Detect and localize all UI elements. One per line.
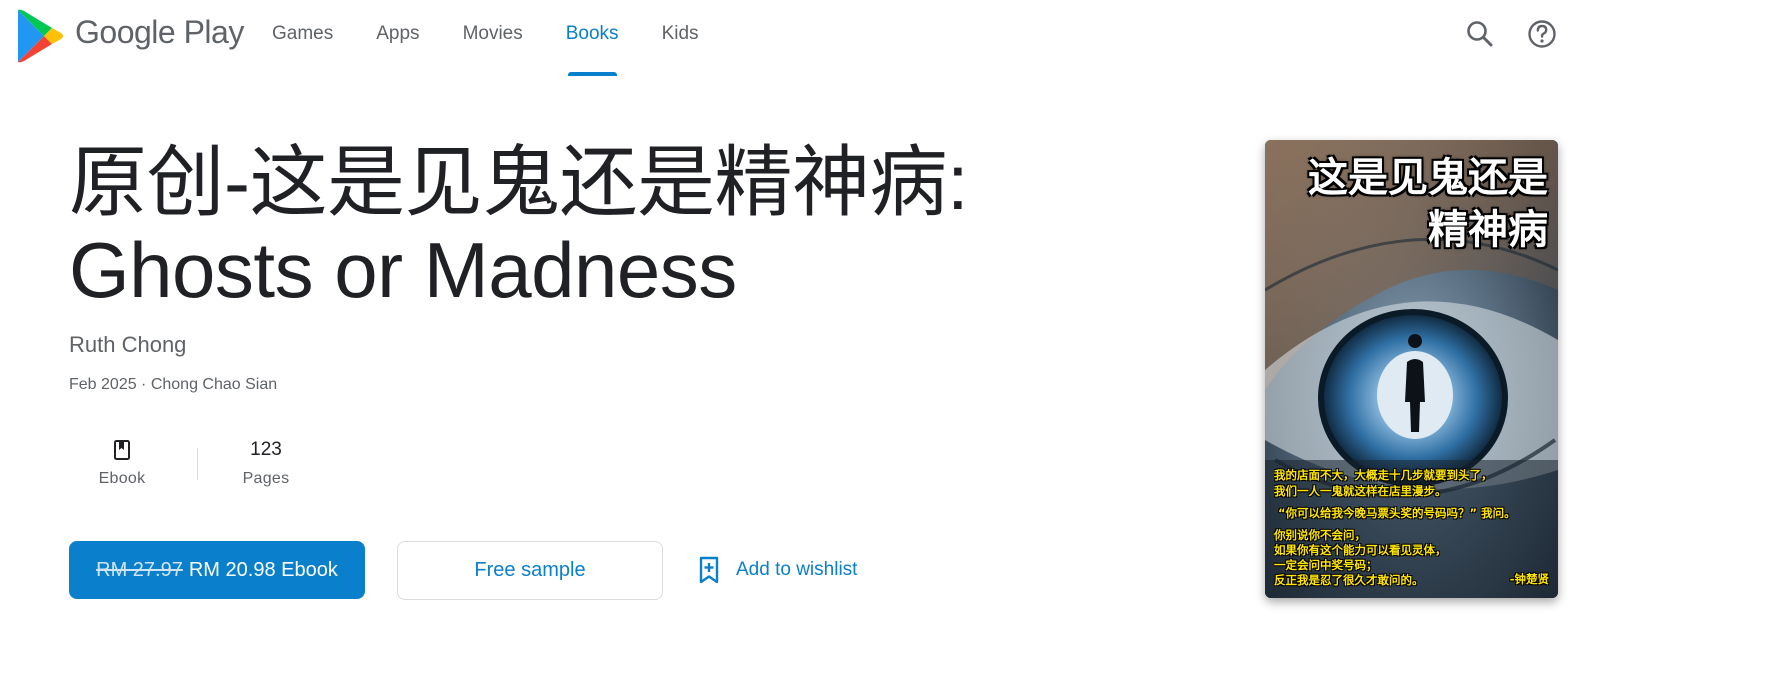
nav-tab-apps[interactable]: Apps xyxy=(376,0,419,84)
cover-text-line: 你别说你不会问， xyxy=(1274,528,1366,542)
buy-ebook-button[interactable]: RM 27.97 RM 20.98 Ebook xyxy=(69,541,365,599)
cover-text-line: 一定会问中奖号码； xyxy=(1274,558,1378,572)
cover-title: 这是见鬼还是 精神病 xyxy=(1308,152,1548,256)
format-label: Ebook xyxy=(98,470,146,487)
top-app-bar: Google Play Games Apps Movies Books Kids xyxy=(0,0,1771,84)
cover-text-line: 我的店面不大，大概走十几步就要到头了， xyxy=(1274,468,1493,482)
nav-tab-label: Books xyxy=(565,23,619,44)
add-to-wishlist-button[interactable]: Add to wishlist xyxy=(696,554,857,586)
cover-title-line-2: 精神病 xyxy=(1428,207,1548,253)
free-sample-label: Free sample xyxy=(474,559,586,581)
google-play-logo-icon[interactable] xyxy=(16,8,64,64)
nav-tab-label: Kids xyxy=(661,23,699,44)
format-stat: Ebook xyxy=(69,436,175,488)
nav-tab-label: Apps xyxy=(376,23,420,44)
original-price: RM 27.97 xyxy=(96,558,183,581)
nav-tab-kids[interactable]: Kids xyxy=(662,0,699,84)
nav-tab-label: Movies xyxy=(462,23,523,44)
pages-label: Pages xyxy=(242,470,290,487)
book-title-line-2: Ghosts or Madness xyxy=(69,226,737,314)
publish-info: Feb 2025 · Chong Chao Sian xyxy=(69,376,278,393)
help-icon[interactable] xyxy=(1522,14,1562,54)
main-nav: Games Apps Movies Books Kids xyxy=(272,0,742,84)
search-icon[interactable] xyxy=(1460,14,1500,54)
cover-text-line: 反正我是忍了很久才敢问的。 xyxy=(1274,573,1424,587)
cover-text-line: “你可以给我今晚马票头奖的号码吗？” 我问。 xyxy=(1278,506,1516,520)
active-tab-indicator xyxy=(567,72,617,76)
nav-tab-label: Games xyxy=(272,23,334,44)
bookmark-add-icon xyxy=(699,556,719,584)
cover-text-line: 我们一人一鬼就这样在店里漫步。 xyxy=(1274,484,1447,498)
book-stats: Ebook 123 Pages xyxy=(69,436,319,496)
book-icon xyxy=(114,440,130,460)
cover-signature: -钟楚贤 xyxy=(1509,572,1549,586)
book-cover-image: 这是见鬼还是 精神病 我的店面不大，大概走十几步就要到头了， 我们一人一鬼就这样… xyxy=(1265,140,1558,598)
book-title-line-1: 原创-这是见鬼还是精神病: xyxy=(69,138,969,226)
sale-price-label: RM 20.98 Ebook xyxy=(188,558,338,581)
free-sample-button[interactable]: Free sample xyxy=(397,541,663,600)
wishlist-label: Add to wishlist xyxy=(736,559,858,580)
author-link[interactable]: Ruth Chong xyxy=(69,332,186,358)
brand-name[interactable]: Google Play xyxy=(75,14,244,51)
nav-tab-movies[interactable]: Movies xyxy=(463,0,523,84)
pages-stat: 123 Pages xyxy=(213,436,319,488)
nav-tab-books[interactable]: Books xyxy=(566,0,619,84)
pages-value: 123 xyxy=(250,439,282,460)
nav-tab-games[interactable]: Games xyxy=(272,0,333,84)
stat-divider xyxy=(197,448,198,480)
cover-title-line-1: 这是见鬼还是 xyxy=(1308,155,1548,201)
cover-text-line: 如果你有这个能力可以看见灵体， xyxy=(1274,543,1447,557)
book-title: 原创-这是见鬼还是精神病: Ghosts or Madness xyxy=(69,138,1169,314)
